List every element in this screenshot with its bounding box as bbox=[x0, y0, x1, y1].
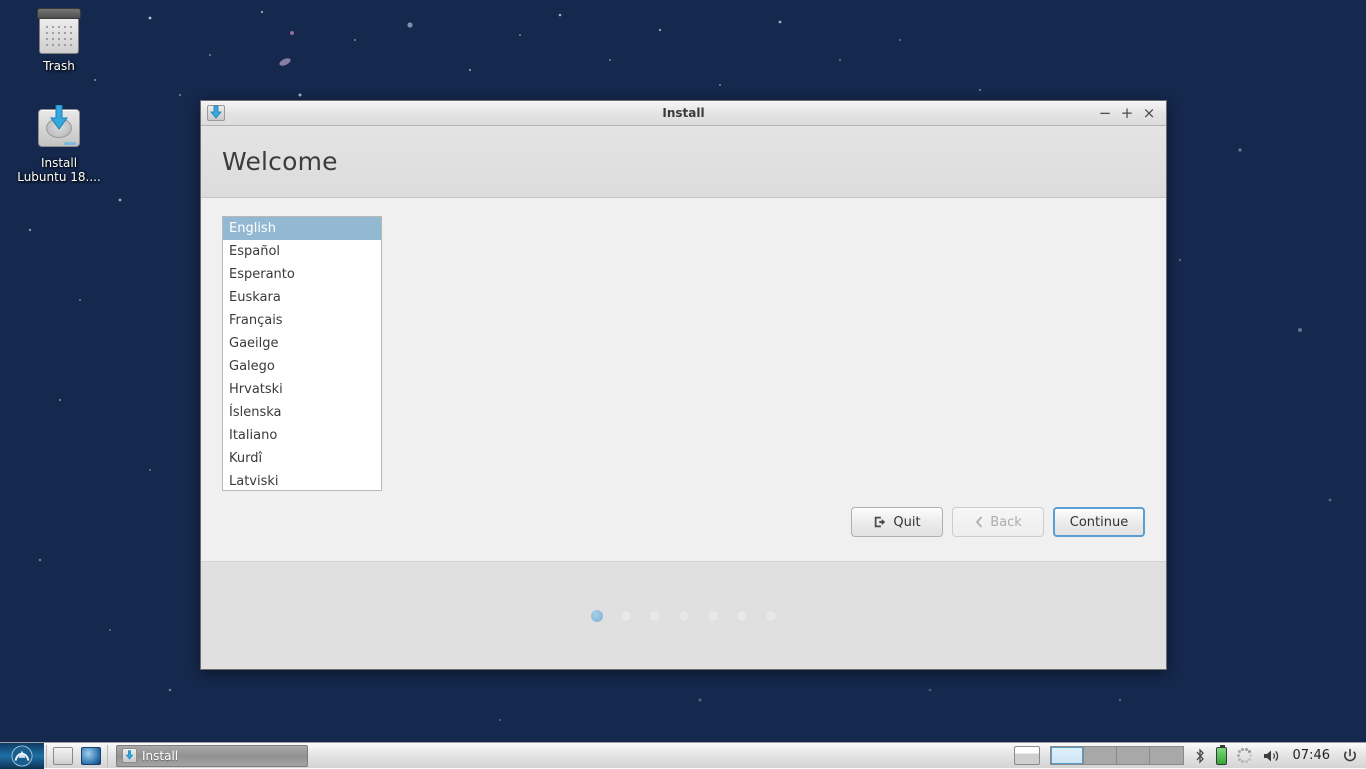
language-list-item[interactable]: Gaeilge bbox=[223, 332, 381, 355]
quit-button[interactable]: Quit bbox=[851, 507, 943, 537]
workspace-cell[interactable] bbox=[1117, 747, 1150, 764]
step-dot bbox=[765, 610, 777, 622]
workspace-cell[interactable] bbox=[1084, 747, 1117, 764]
language-list-item[interactable]: Español bbox=[223, 240, 381, 263]
step-dot bbox=[707, 610, 719, 622]
language-list-item[interactable]: Français bbox=[223, 309, 381, 332]
speaker-glyph-icon bbox=[1263, 748, 1281, 764]
workspace-cell[interactable] bbox=[1150, 747, 1183, 764]
taskbar-separator bbox=[46, 745, 47, 767]
page-title: Welcome bbox=[222, 147, 338, 176]
back-button[interactable]: Back bbox=[952, 507, 1044, 537]
back-button-label: Back bbox=[990, 515, 1022, 530]
desktop-icon-trash[interactable]: Trash bbox=[4, 8, 114, 73]
install-window[interactable]: Install − + × Welcome EnglishEspañolEspe… bbox=[200, 100, 1167, 670]
language-list-item[interactable]: Latviski bbox=[223, 470, 381, 491]
task-button-label: Install bbox=[142, 749, 178, 763]
window-titlebar[interactable]: Install − + × bbox=[201, 101, 1166, 126]
wizard-body: EnglishEspañolEsperantoEuskaraFrançaisGa… bbox=[201, 198, 1166, 561]
window-close-button[interactable]: × bbox=[1138, 102, 1160, 124]
file-manager-icon[interactable] bbox=[51, 744, 75, 768]
desktop[interactable]: Trash Install Lubuntu 18.... Install − + bbox=[0, 0, 1366, 768]
step-dot bbox=[591, 610, 603, 622]
bluetooth-icon[interactable] bbox=[1190, 743, 1210, 769]
power-button[interactable] bbox=[1338, 743, 1362, 769]
language-list-item[interactable]: Euskara bbox=[223, 286, 381, 309]
volume-icon[interactable] bbox=[1259, 743, 1285, 769]
workspace-pager[interactable] bbox=[1046, 743, 1188, 769]
installer-icon bbox=[35, 105, 83, 151]
quit-button-label: Quit bbox=[893, 515, 920, 530]
window-maximize-button[interactable]: + bbox=[1116, 102, 1138, 124]
step-indicator bbox=[591, 610, 777, 622]
web-browser-icon[interactable] bbox=[79, 744, 103, 768]
start-menu-button[interactable] bbox=[0, 743, 44, 769]
language-list-item[interactable]: Íslenska bbox=[223, 401, 381, 424]
language-list-item[interactable]: Italiano bbox=[223, 424, 381, 447]
step-dot bbox=[736, 610, 748, 622]
workspace-cell[interactable] bbox=[1051, 747, 1084, 764]
lubuntu-logo-icon bbox=[11, 745, 33, 767]
exit-icon bbox=[873, 515, 887, 529]
power-glyph-icon bbox=[1342, 748, 1358, 764]
taskbar[interactable]: Install bbox=[0, 742, 1366, 768]
taskbar-separator bbox=[107, 745, 108, 767]
show-desktop-button[interactable] bbox=[1010, 743, 1044, 769]
wizard-footer bbox=[201, 561, 1166, 669]
window-minimize-button[interactable]: − bbox=[1094, 102, 1116, 124]
continue-button-label: Continue bbox=[1070, 515, 1128, 530]
wizard-button-bar: Quit Back Continue bbox=[851, 507, 1145, 537]
window-installer-icon bbox=[207, 104, 225, 122]
bluetooth-glyph-icon bbox=[1194, 748, 1206, 764]
step-dot bbox=[649, 610, 661, 622]
language-list-item[interactable]: English bbox=[223, 217, 381, 240]
desktop-icon-install-lubuntu-label: Install Lubuntu 18.... bbox=[17, 156, 101, 184]
download-arrow-icon bbox=[48, 105, 70, 135]
window-title: Install bbox=[201, 106, 1166, 120]
language-list-item[interactable]: Kurdî bbox=[223, 447, 381, 470]
task-button-install[interactable]: Install bbox=[116, 745, 308, 767]
language-list-item[interactable]: Galego bbox=[223, 355, 381, 378]
desktop-icon-trash-label: Trash bbox=[43, 59, 75, 73]
wizard-header: Welcome bbox=[201, 126, 1166, 198]
trash-icon bbox=[35, 8, 83, 54]
update-spinner-icon[interactable] bbox=[1233, 743, 1257, 769]
language-list[interactable]: EnglishEspañolEsperantoEuskaraFrançaisGa… bbox=[222, 216, 382, 491]
chevron-left-icon bbox=[974, 516, 984, 528]
battery-icon[interactable] bbox=[1212, 743, 1231, 769]
desktop-icon-install-lubuntu[interactable]: Install Lubuntu 18.... bbox=[4, 105, 114, 184]
clock[interactable]: 07:46 bbox=[1287, 743, 1336, 769]
continue-button[interactable]: Continue bbox=[1053, 507, 1145, 537]
step-dot bbox=[620, 610, 632, 622]
step-dot bbox=[678, 610, 690, 622]
system-tray: 07:46 bbox=[1010, 743, 1366, 769]
language-list-item[interactable]: Esperanto bbox=[223, 263, 381, 286]
installer-icon bbox=[122, 748, 137, 763]
language-list-item[interactable]: Hrvatski bbox=[223, 378, 381, 401]
